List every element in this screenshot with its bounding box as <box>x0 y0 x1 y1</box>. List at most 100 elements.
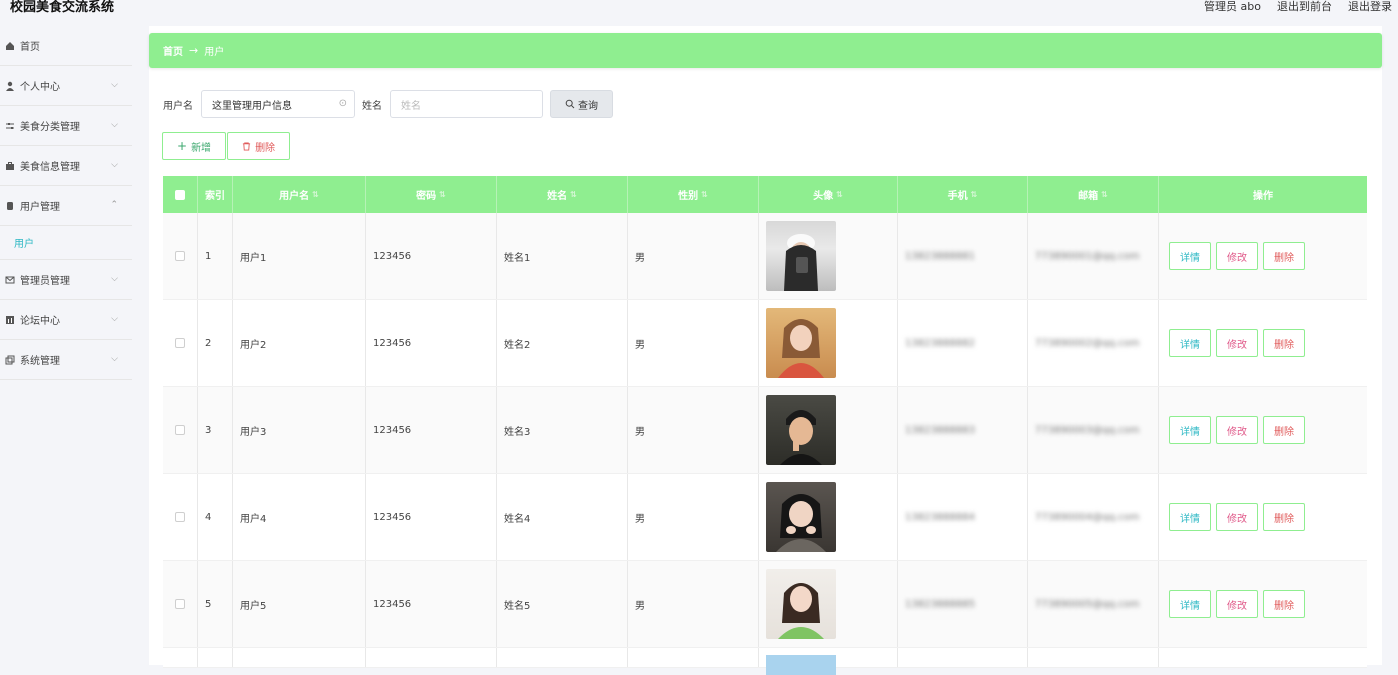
batch-delete-button[interactable]: 删除 <box>227 132 290 160</box>
chevron-down-icon: ⌵ <box>111 314 118 324</box>
cell-email: 773890001@qq.com <box>1035 251 1140 262</box>
query-button[interactable]: 查询 <box>550 90 613 118</box>
breadcrumb: 首页 → 用户 <box>149 33 1382 68</box>
delete-button[interactable]: 删除 <box>1263 329 1305 357</box>
breadcrumb-separator: → <box>189 44 198 57</box>
sidebar-item-user-mgmt[interactable]: 用户管理 ⌃ <box>0 186 132 226</box>
chevron-down-icon: ⌵ <box>111 274 118 284</box>
chevron-up-icon: ⌃ <box>110 200 118 210</box>
admin-name: 管理员 abo <box>1204 0 1261 14</box>
cell-name: 姓名1 <box>497 213 628 299</box>
header-avatar[interactable]: 头像⇅ <box>759 176 898 213</box>
sidebar-item-label: 用户管理 <box>20 198 60 213</box>
sidebar-item-label: 系统管理 <box>20 352 60 367</box>
delete-button[interactable]: 删除 <box>1263 242 1305 270</box>
cell-gender: 男 <box>628 213 759 299</box>
add-button-label: 新增 <box>191 139 211 154</box>
header-phone[interactable]: 手机⇅ <box>898 176 1028 213</box>
table-row: 2 用户2 123456 姓名2 男 13823888882 773890002… <box>163 300 1367 387</box>
cell-gender: 男 <box>628 474 759 560</box>
edit-button[interactable]: 修改 <box>1216 416 1258 444</box>
header-password[interactable]: 密码⇅ <box>366 176 497 213</box>
row-checkbox[interactable] <box>175 251 185 261</box>
detail-button[interactable]: 详情 <box>1169 590 1211 618</box>
edit-button[interactable]: 修改 <box>1216 329 1258 357</box>
cell-email: 773890002@qq.com <box>1035 338 1140 349</box>
sidebar-item-admin-mgmt[interactable]: 管理员管理 ⌵ <box>0 260 132 300</box>
to-front-link[interactable]: 退出到前台 <box>1277 0 1332 14</box>
sidebar-item-label: 首页 <box>20 38 40 53</box>
select-all-checkbox[interactable] <box>175 190 185 200</box>
username-search-input[interactable]: 这里管理用户信息 ⊙ <box>201 90 355 118</box>
sidebar-item-profile[interactable]: 个人中心 ⌵ <box>0 66 132 106</box>
logout-link[interactable]: 退出登录 <box>1348 0 1392 14</box>
delete-button[interactable]: 删除 <box>1263 590 1305 618</box>
cell-index: 4 <box>198 474 233 560</box>
row-checkbox[interactable] <box>175 338 185 348</box>
sidebar-item-food-category[interactable]: 美食分类管理 ⌵ <box>0 106 132 146</box>
avatar <box>766 569 836 639</box>
edit-button[interactable]: 修改 <box>1216 590 1258 618</box>
username-label: 用户名 <box>163 97 193 112</box>
table-header: 索引 用户名⇅ 密码⇅ 姓名⇅ 性别⇅ 头像⇅ 手机⇅ 邮箱⇅ 操作 <box>163 176 1367 213</box>
avatar <box>766 221 836 291</box>
edit-button[interactable]: 修改 <box>1216 242 1258 270</box>
cell-gender: 男 <box>628 300 759 386</box>
delete-button[interactable]: 删除 <box>1263 503 1305 531</box>
avatar <box>766 482 836 552</box>
chevron-down-icon: ⌵ <box>111 80 118 90</box>
briefcase-icon <box>4 160 16 172</box>
chevron-down-icon: ⌵ <box>111 120 118 130</box>
name-input-placeholder: 姓名 <box>401 97 421 112</box>
sidebar-item-food-info[interactable]: 美食信息管理 ⌵ <box>0 146 132 186</box>
chevron-down-icon: ⌵ <box>111 354 118 364</box>
sidebar-item-label: 美食分类管理 <box>20 118 80 133</box>
cell-index: 1 <box>198 213 233 299</box>
cell-username: 用户1 <box>233 213 366 299</box>
sort-icon: ⇅ <box>1101 190 1108 199</box>
sidebar-item-forum[interactable]: 论坛中心 ⌵ <box>0 300 132 340</box>
row-checkbox[interactable] <box>175 599 185 609</box>
cell-index: 2 <box>198 300 233 386</box>
edit-button[interactable]: 修改 <box>1216 503 1258 531</box>
sidebar-item-home[interactable]: 首页 <box>0 26 132 66</box>
header-name[interactable]: 姓名⇅ <box>497 176 628 213</box>
table-row: 1 用户1 123456 姓名1 男 13823888881 773890001… <box>163 213 1367 300</box>
sidebar-subitem-user[interactable]: 用户 <box>0 226 132 260</box>
sort-icon: ⇅ <box>971 190 978 199</box>
cell-index: 5 <box>198 561 233 647</box>
sort-icon: ⇅ <box>570 190 577 199</box>
cell-phone: 13823888884 <box>905 512 975 523</box>
detail-button[interactable]: 详情 <box>1169 503 1211 531</box>
cell-username: 用户3 <box>233 387 366 473</box>
username-input-value: 这里管理用户信息 <box>212 97 292 112</box>
plus-icon: + <box>177 139 187 153</box>
add-button[interactable]: + 新增 <box>162 132 226 160</box>
header-index: 索引 <box>198 176 233 213</box>
detail-button[interactable]: 详情 <box>1169 242 1211 270</box>
row-checkbox[interactable] <box>175 512 185 522</box>
header-email[interactable]: 邮箱⇅ <box>1028 176 1159 213</box>
sidebar-item-label: 个人中心 <box>20 78 60 93</box>
row-checkbox[interactable] <box>175 425 185 435</box>
detail-button[interactable]: 详情 <box>1169 329 1211 357</box>
main-panel: 首页 → 用户 用户名 这里管理用户信息 ⊙ 姓名 姓名 查询 + 新增 删除 <box>149 26 1382 665</box>
breadcrumb-home[interactable]: 首页 <box>163 43 183 58</box>
clear-icon[interactable]: ⊙ <box>339 98 347 109</box>
avatar <box>766 308 836 378</box>
query-button-label: 查询 <box>578 97 598 112</box>
cell-username: 用户2 <box>233 300 366 386</box>
copy-icon <box>4 354 16 366</box>
select-all-cell <box>163 176 198 213</box>
sort-icon: ⇅ <box>701 190 708 199</box>
action-row: + 新增 删除 <box>162 132 290 160</box>
cell-email: 773890003@qq.com <box>1035 425 1140 436</box>
delete-button[interactable]: 删除 <box>1263 416 1305 444</box>
cell-name: 姓名4 <box>497 474 628 560</box>
header-gender[interactable]: 性别⇅ <box>628 176 759 213</box>
header-username[interactable]: 用户名⇅ <box>233 176 366 213</box>
detail-button[interactable]: 详情 <box>1169 416 1211 444</box>
sidebar-item-system[interactable]: 系统管理 ⌵ <box>0 340 132 380</box>
name-search-input[interactable]: 姓名 <box>390 90 543 118</box>
sidebar-item-label: 管理员管理 <box>20 272 70 287</box>
